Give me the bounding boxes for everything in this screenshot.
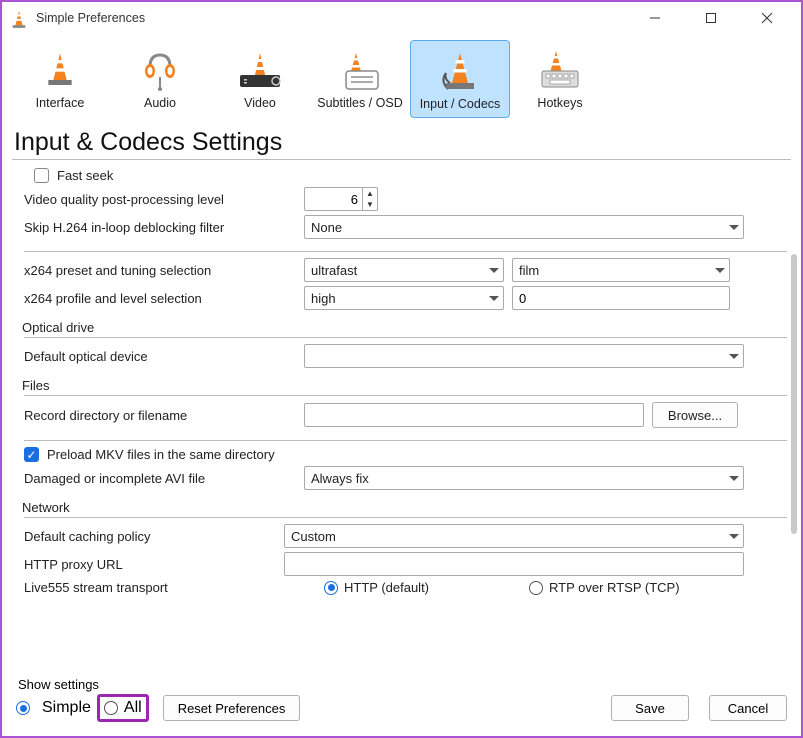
vlc-app-icon	[10, 9, 28, 27]
save-button[interactable]: Save	[611, 695, 689, 721]
chevron-down-icon	[729, 534, 739, 539]
live555-http-radio[interactable]	[324, 581, 338, 595]
tab-input-codecs[interactable]: Input / Codecs	[410, 40, 510, 118]
browse-button[interactable]: Browse...	[652, 402, 738, 428]
skip-h264-label: Skip H.264 in-loop deblocking filter	[24, 220, 304, 235]
record-dir-label: Record directory or filename	[24, 408, 304, 423]
video-quality-label: Video quality post-processing level	[24, 192, 304, 207]
reset-preferences-button[interactable]: Reset Preferences	[163, 695, 301, 721]
category-tabs: Interface Audio Video Subtitles / OSD In…	[2, 34, 801, 120]
x264-tuning-select[interactable]: film	[512, 258, 730, 282]
page-title: Input & Codecs Settings	[14, 128, 789, 157]
preferences-window: Simple Preferences Interface Audio Video…	[0, 0, 803, 738]
chevron-down-icon	[489, 268, 499, 273]
damaged-avi-label: Damaged or incomplete AVI file	[24, 471, 304, 486]
titlebar: Simple Preferences	[2, 2, 801, 34]
chevron-down-icon	[715, 268, 725, 273]
x264-profile-select[interactable]: high	[304, 286, 504, 310]
show-settings-all-radio[interactable]	[104, 701, 118, 715]
tab-label: Hotkeys	[512, 96, 608, 110]
tab-audio[interactable]: Audio	[110, 40, 210, 118]
group-optical: Optical drive	[22, 320, 787, 335]
minimize-button[interactable]	[637, 4, 673, 32]
default-optical-label: Default optical device	[24, 349, 304, 364]
video-quality-value[interactable]	[304, 187, 362, 211]
preload-mkv-label: Preload MKV files in the same directory	[47, 447, 275, 462]
x264-preset-select[interactable]: ultrafast	[304, 258, 504, 282]
caching-policy-select[interactable]: Custom	[284, 524, 744, 548]
chevron-down-icon	[729, 354, 739, 359]
fast-seek-checkbox[interactable]	[34, 168, 49, 183]
show-settings-simple-label: Simple	[42, 699, 91, 717]
tab-label: Audio	[112, 96, 208, 110]
chevron-down-icon	[489, 296, 499, 301]
spinner-down-icon[interactable]: ▼	[363, 199, 377, 210]
record-dir-input[interactable]	[304, 403, 644, 427]
video-quality-spinner[interactable]: ▲▼	[304, 187, 378, 211]
all-highlight: All	[97, 694, 149, 722]
tab-label: Video	[212, 96, 308, 110]
tab-label: Subtitles / OSD	[312, 96, 408, 110]
fast-seek-label: Fast seek	[57, 168, 113, 183]
tab-subtitles[interactable]: Subtitles / OSD	[310, 40, 410, 118]
chevron-down-icon	[729, 476, 739, 481]
tab-hotkeys[interactable]: Hotkeys	[510, 40, 610, 118]
x264-profile-label: x264 profile and level selection	[24, 291, 304, 306]
live555-http-label: HTTP (default)	[344, 580, 429, 595]
tab-video[interactable]: Video	[210, 40, 310, 118]
show-settings-simple-radio[interactable]	[16, 701, 30, 715]
default-optical-select[interactable]	[304, 344, 744, 368]
tab-label: Interface	[12, 96, 108, 110]
preload-mkv-checkbox[interactable]	[24, 447, 39, 462]
close-button[interactable]	[749, 4, 785, 32]
window-title: Simple Preferences	[36, 11, 637, 25]
tab-label: Input / Codecs	[413, 97, 507, 111]
show-settings-label: Show settings	[18, 677, 787, 692]
live555-label: Live555 stream transport	[24, 580, 324, 595]
group-network: Network	[22, 500, 787, 515]
damaged-avi-select[interactable]: Always fix	[304, 466, 744, 490]
cancel-button[interactable]: Cancel	[709, 695, 787, 721]
http-proxy-label: HTTP proxy URL	[24, 557, 284, 572]
spinner-up-icon[interactable]: ▲	[363, 188, 377, 199]
settings-content: Fast seek Video quality post-processing …	[2, 164, 801, 670]
maximize-button[interactable]	[693, 4, 729, 32]
content-scrollbar[interactable]	[791, 254, 797, 534]
chevron-down-icon	[729, 225, 739, 230]
live555-rtp-radio[interactable]	[529, 581, 543, 595]
live555-rtp-label: RTP over RTSP (TCP)	[549, 580, 680, 595]
group-files: Files	[22, 378, 787, 393]
footer: Show settings Simple All Reset Preferenc…	[2, 673, 801, 736]
show-settings-all-label: All	[124, 699, 142, 717]
x264-level-input[interactable]	[512, 286, 730, 310]
skip-h264-select[interactable]: None	[304, 215, 744, 239]
tab-interface[interactable]: Interface	[10, 40, 110, 118]
x264-preset-label: x264 preset and tuning selection	[24, 263, 304, 278]
caching-policy-label: Default caching policy	[24, 529, 284, 544]
http-proxy-input[interactable]	[284, 552, 744, 576]
